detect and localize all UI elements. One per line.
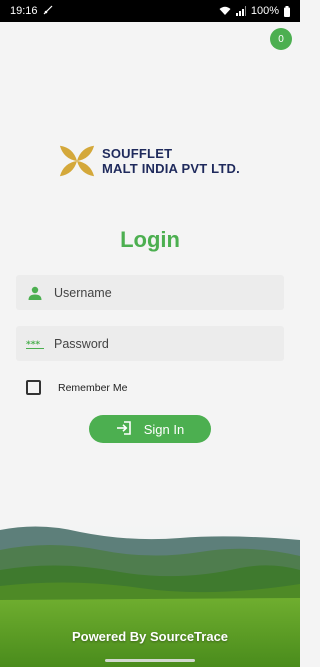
status-time: 19:16 [10, 5, 38, 17]
brand-logo: SOUFFLET MALT INDIA PVT LTD. [58, 142, 240, 180]
soufflet-logo-icon [59, 145, 95, 177]
person-icon [26, 284, 44, 302]
username-input[interactable] [54, 285, 274, 300]
asterisks-icon: *** [26, 335, 44, 353]
svg-text:***: *** [26, 340, 40, 349]
landscape-image [0, 520, 300, 667]
sign-in-button[interactable]: Sign In [89, 415, 211, 443]
status-bar: 19:16 100% [0, 0, 300, 22]
sign-in-label: Sign In [143, 421, 185, 437]
battery-icon [284, 5, 290, 17]
status-right: 100% [219, 5, 290, 17]
wifi-icon [219, 6, 231, 16]
notification-count-badge[interactable]: 0 [270, 28, 292, 50]
signal-icon [235, 6, 246, 16]
password-field[interactable]: *** [16, 326, 284, 361]
status-left: 19:16 [10, 5, 53, 18]
remember-me[interactable]: Remember Me [26, 380, 127, 395]
battery-percent: 100% [250, 5, 279, 17]
page-title: Login [120, 227, 180, 252]
brand-line-2: MALT INDIA PVT LTD. [102, 161, 240, 176]
username-field[interactable] [16, 275, 284, 310]
remember-me-checkbox[interactable] [26, 380, 41, 395]
brand-name: SOUFFLET MALT INDIA PVT LTD. [102, 146, 240, 176]
login-arrow-icon [116, 420, 132, 438]
password-input[interactable] [54, 336, 274, 351]
gesture-nav-bar[interactable] [105, 659, 195, 662]
remember-me-label[interactable]: Remember Me [58, 382, 127, 394]
mute-icon [43, 5, 53, 18]
powered-by-footer: Powered By SourceTrace [71, 629, 229, 644]
brand-line-1: SOUFFLET [102, 146, 173, 161]
